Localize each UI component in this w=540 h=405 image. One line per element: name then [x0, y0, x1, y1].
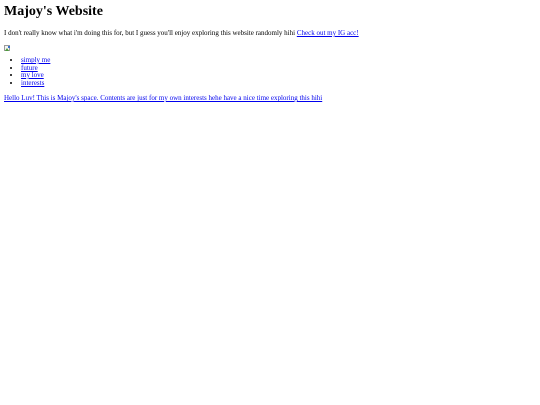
nav-item-future: future	[21, 64, 536, 73]
greeting-paragraph: Hello Luv! This is Majoy's space. Conten…	[4, 94, 536, 103]
image-sun-glyph	[8, 46, 10, 48]
nav-list: simply me future my love interests	[4, 56, 536, 88]
nav-item-simply-me: simply me	[21, 56, 536, 65]
intro-paragraph: I don't really know what i'm doing this …	[4, 29, 536, 38]
broken-image-icon	[4, 45, 11, 52]
greeting-link[interactable]: Hello Luv! This is Majoy's space. Conten…	[4, 94, 322, 102]
page-title: Majoy's Website	[4, 4, 103, 19]
nav-item-interests: interests	[21, 79, 536, 88]
ig-account-link[interactable]: Check out my IG acc!	[297, 29, 359, 37]
image-mountain-glyph	[5, 48, 9, 51]
nav-link-interests[interactable]: interests	[21, 79, 44, 87]
nav-item-my-love: my love	[21, 71, 536, 80]
intro-text: I don't really know what i'm doing this …	[4, 29, 297, 37]
